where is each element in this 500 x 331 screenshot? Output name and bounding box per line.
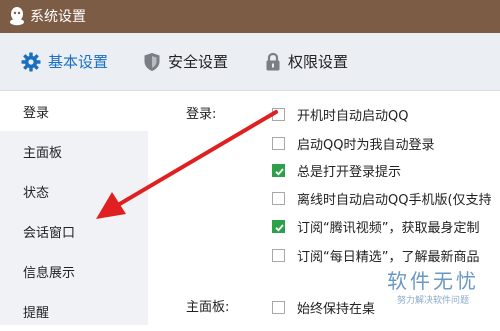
tab-basic-settings[interactable]: 基本设置 — [21, 33, 108, 90]
option-label: 订阅“腾讯视频”，获取最身定制 — [297, 220, 480, 236]
checkmark-icon — [275, 223, 284, 232]
option-label: 离线时自动启动QQ手机版(仅支持 — [297, 192, 492, 208]
checkbox[interactable] — [272, 191, 285, 205]
checkbox-checked[interactable] — [272, 219, 285, 233]
option-subscribe-daily-picks[interactable]: 订阅“每日精选”，了解最新商品 — [272, 245, 479, 265]
title-bar: 系统设置 — [0, 0, 500, 33]
login-section-label: 登录: — [186, 107, 217, 122]
option-label: 总是打开登录提示 — [297, 164, 402, 180]
sidebar-item-chat-window[interactable]: 会话窗口 — [0, 211, 148, 251]
watermark: 软件无忧 努力解决软件问题 — [370, 268, 496, 316]
window-title: 系统设置 — [30, 9, 86, 25]
sidebar-item-label: 状态 — [23, 185, 50, 201]
settings-sidebar: 登录 主面板 状态 会话窗口 信息展示 提醒 — [0, 91, 148, 325]
checkmark-icon — [275, 167, 284, 176]
checkbox[interactable] — [272, 136, 285, 150]
sidebar-item-login[interactable]: 登录 — [0, 91, 148, 131]
sidebar-item-label: 提醒 — [23, 305, 50, 321]
qq-logo-icon — [10, 7, 24, 26]
tab-permission-settings[interactable]: 权限设置 — [265, 33, 348, 90]
sidebar-item-info-display[interactable]: 信息展示 — [0, 251, 148, 291]
settings-tab-bar: 基本设置 安全设置 权限设置 — [0, 33, 500, 91]
tab-label: 权限设置 — [288, 53, 349, 71]
checkbox[interactable] — [272, 300, 285, 314]
tab-label: 基本设置 — [48, 53, 109, 71]
sidebar-item-status[interactable]: 状态 — [0, 171, 148, 211]
option-show-login-tips[interactable]: 总是打开登录提示 — [272, 160, 401, 180]
option-offline-mobile-qq[interactable]: 离线时自动启动QQ手机版(仅支持 — [272, 188, 492, 208]
option-auto-start-qq[interactable]: 开机时自动启动QQ — [272, 104, 408, 124]
sidebar-item-label: 信息展示 — [23, 265, 76, 281]
sidebar-item-label: 主面板 — [23, 145, 63, 161]
sidebar-item-main-panel[interactable]: 主面板 — [0, 131, 148, 171]
watermark-sub-text: 努力解决软件问题 — [396, 296, 469, 306]
tab-security-settings[interactable]: 安全设置 — [143, 33, 228, 90]
main-panel-section-label: 主面板: — [186, 300, 230, 315]
option-label: 订阅“每日精选”，了解最新商品 — [297, 249, 480, 265]
sidebar-item-label: 登录 — [23, 105, 50, 121]
option-always-on-top[interactable]: 始终保持在桌 — [272, 297, 375, 317]
option-label: 启动QQ时为我自动登录 — [297, 137, 435, 153]
shield-icon — [144, 52, 160, 71]
gear-icon — [21, 52, 41, 71]
checkbox[interactable] — [272, 107, 285, 121]
option-label: 开机时自动启动QQ — [297, 108, 409, 124]
lock-icon — [266, 52, 280, 70]
option-label: 始终保持在桌 — [297, 301, 376, 317]
checkbox-checked[interactable] — [272, 163, 285, 177]
tab-label: 安全设置 — [168, 53, 229, 71]
sidebar-item-reminder[interactable]: 提醒 — [0, 291, 148, 331]
option-subscribe-tencent-video[interactable]: 订阅“腾讯视频”，获取最身定制 — [272, 216, 479, 236]
checkbox[interactable] — [272, 248, 285, 262]
watermark-main-text: 软件无忧 — [387, 269, 479, 293]
sidebar-item-label: 会话窗口 — [23, 225, 76, 241]
option-auto-login[interactable]: 启动QQ时为我自动登录 — [272, 133, 434, 153]
